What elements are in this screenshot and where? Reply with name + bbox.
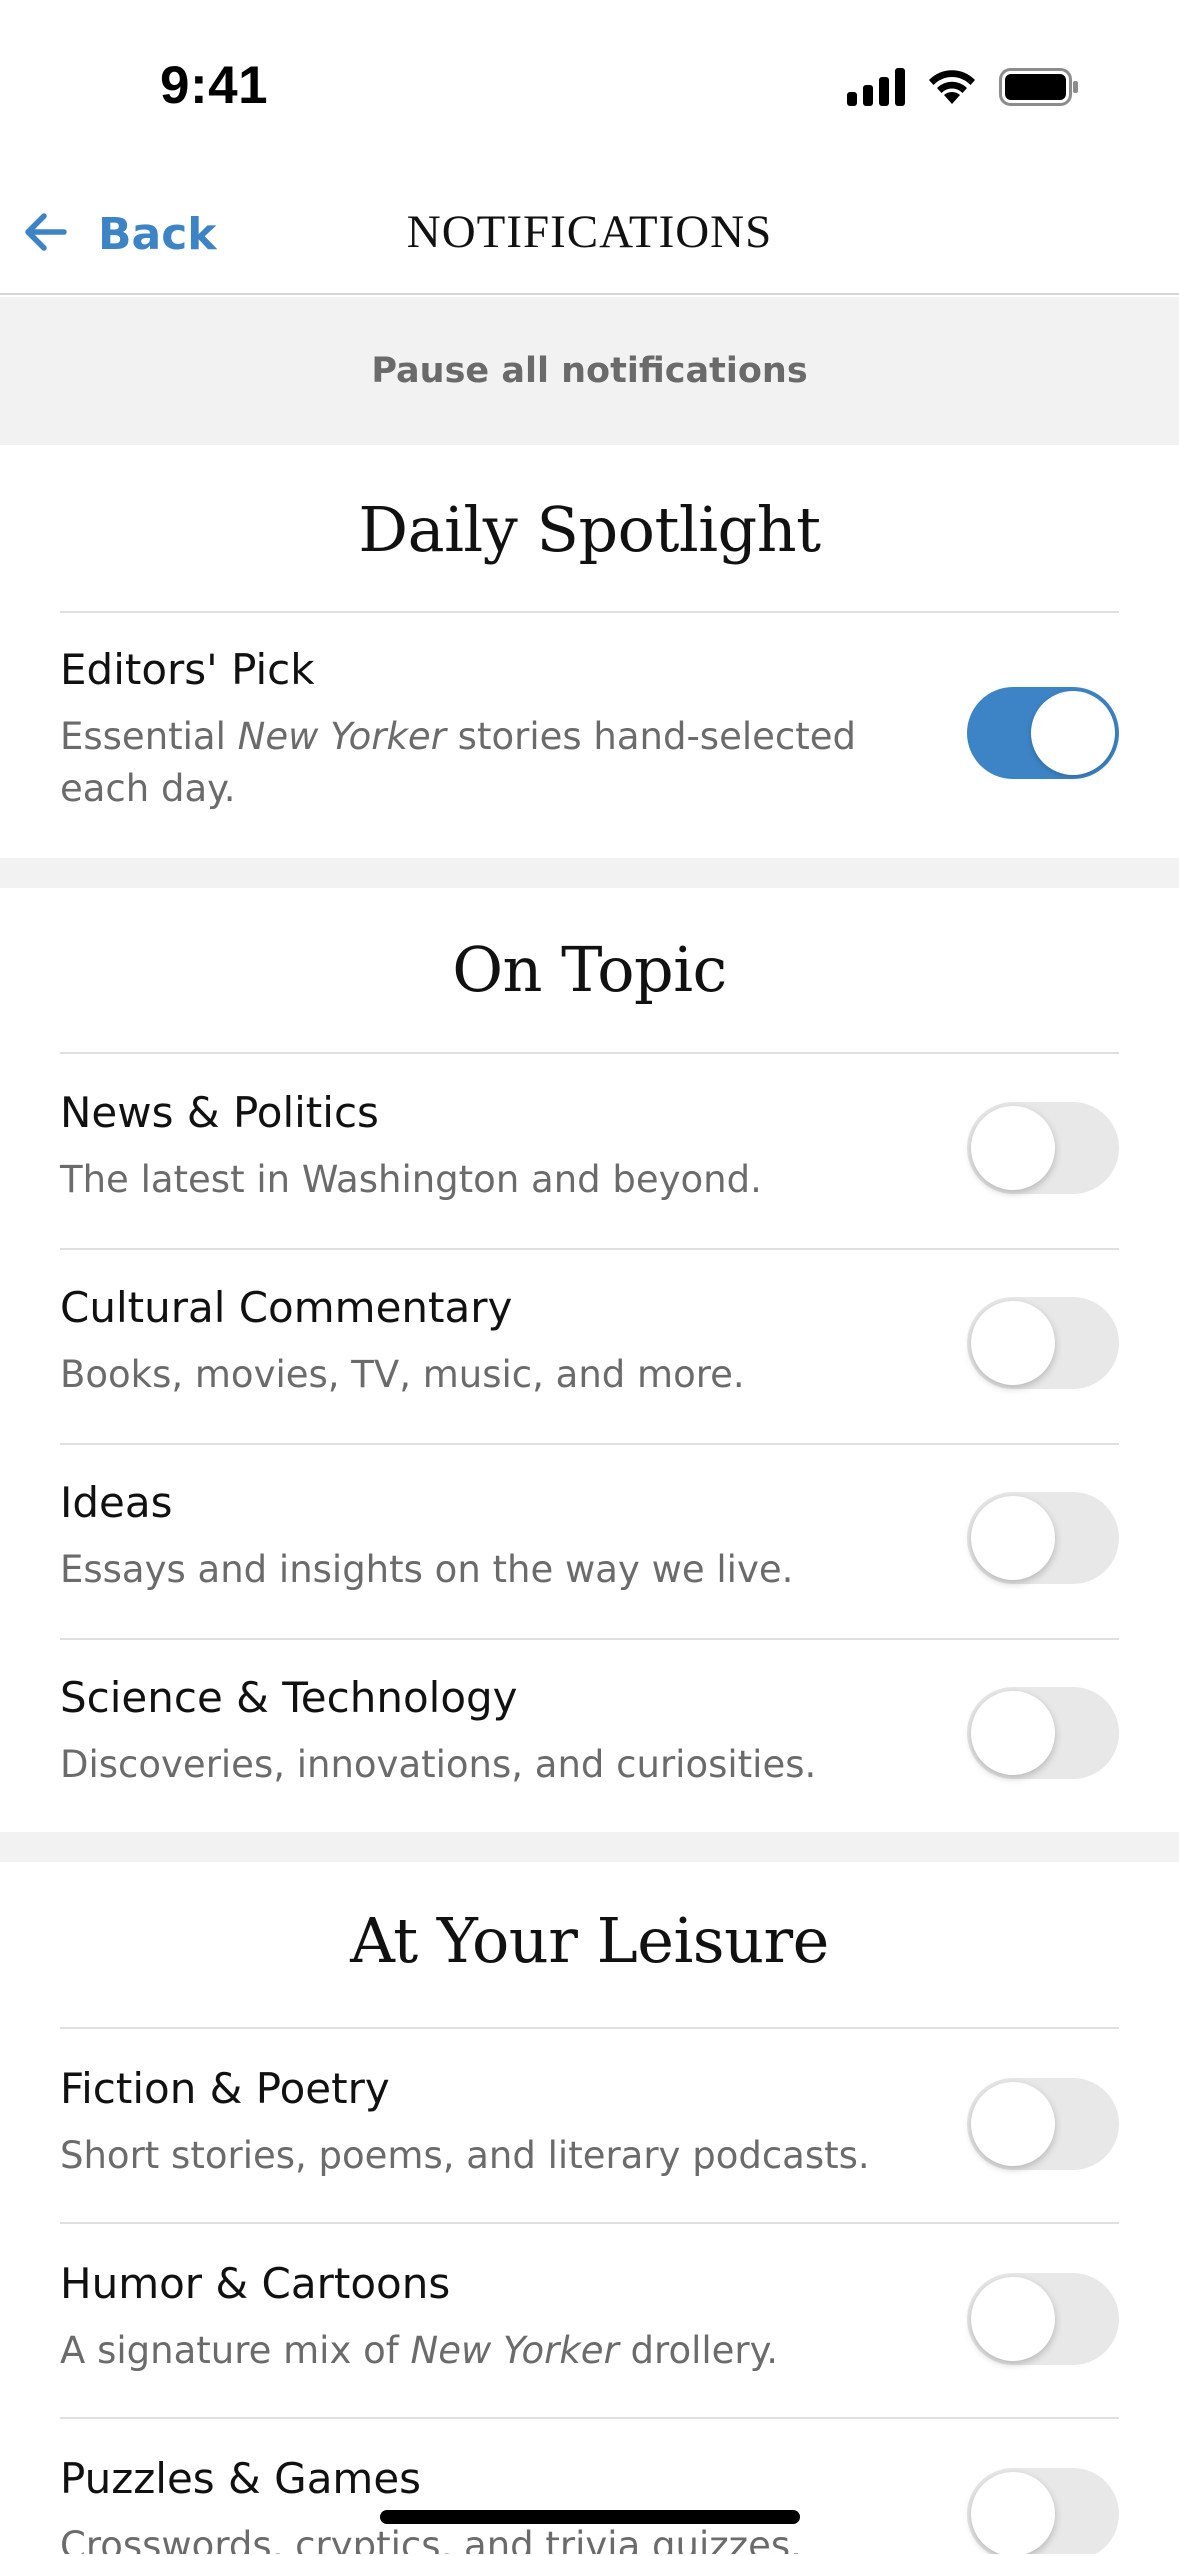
section-title: At Your Leisure — [350, 1904, 829, 1977]
pause-all-label: Pause all notifications — [371, 351, 808, 391]
toggle-knob — [971, 2472, 1055, 2554]
pause-all-notifications-button[interactable]: Pause all notifications — [0, 297, 1179, 445]
toggle-knob — [971, 1496, 1055, 1580]
item-title: Fiction & Poetry — [60, 2064, 390, 2113]
list-item-science-technology: Science & Technology Discoveries, innova… — [60, 1673, 1119, 1823]
item-description: Discoveries, innovations, and curiositie… — [60, 1743, 817, 1786]
divider — [60, 1443, 1119, 1445]
item-description: Essential New Yorker stories hand-select… — [60, 715, 856, 810]
toggle-puzzles-games[interactable] — [967, 2468, 1119, 2554]
page-title: NOTIFICATIONS — [406, 206, 773, 258]
toggle-news-politics[interactable] — [967, 1102, 1119, 1194]
item-description: A signature mix of New Yorker drollery. — [60, 2329, 778, 2372]
status-bar: 9:41 — [0, 0, 1179, 175]
item-title: Humor & Cartoons — [60, 2259, 451, 2308]
item-description: Essays and insights on the way we live. — [60, 1548, 794, 1591]
item-description: Books, movies, TV, music, and more. — [60, 1353, 745, 1396]
toggle-knob — [971, 2082, 1055, 2166]
navigation-bar: Back NOTIFICATIONS — [0, 175, 1179, 295]
toggle-knob — [971, 1301, 1055, 1385]
toggle-humor-cartoons[interactable] — [967, 2273, 1119, 2365]
divider — [60, 1638, 1119, 1640]
item-title: Puzzles & Games — [60, 2454, 422, 2503]
item-title: Science & Technology — [60, 1673, 518, 1722]
status-time: 9:41 — [160, 56, 269, 115]
item-title: News & Politics — [60, 1088, 379, 1137]
list-item-puzzles-games: Puzzles & Games Crosswords, cryptics, an… — [60, 2454, 1119, 2554]
divider — [60, 2027, 1119, 2029]
section-separator — [0, 858, 1179, 888]
divider — [60, 1052, 1119, 1054]
cellular-signal-icon — [847, 68, 905, 106]
item-title: Editors' Pick — [60, 645, 315, 694]
section-on-topic: On Topic News & Politics The latest in W… — [0, 888, 1179, 1832]
list-item-editors-pick: Editors' Pick Essential New Yorker stori… — [60, 645, 1119, 835]
section-title: Daily Spotlight — [358, 493, 821, 566]
list-item-cultural-commentary: Cultural Commentary Books, movies, TV, m… — [60, 1283, 1119, 1433]
toggle-editors-pick[interactable] — [967, 687, 1119, 779]
list-item-humor-cartoons: Humor & Cartoons A signature mix of New … — [60, 2259, 1119, 2409]
item-title: Cultural Commentary — [60, 1283, 513, 1332]
toggle-cultural-commentary[interactable] — [967, 1297, 1119, 1389]
toggle-knob — [1031, 691, 1115, 775]
toggle-science-technology[interactable] — [967, 1687, 1119, 1779]
section-at-your-leisure: At Your Leisure Fiction & Poetry Short s… — [0, 1862, 1179, 2556]
divider — [60, 2417, 1119, 2419]
list-item-news-politics: News & Politics The latest in Washington… — [60, 1088, 1119, 1238]
divider — [60, 611, 1119, 613]
status-icons — [847, 62, 1079, 112]
wifi-icon — [927, 68, 977, 106]
toggle-knob — [971, 2277, 1055, 2361]
toggle-ideas[interactable] — [967, 1492, 1119, 1584]
item-description: Short stories, poems, and literary podca… — [60, 2134, 870, 2177]
section-separator — [0, 1832, 1179, 1862]
divider — [60, 2222, 1119, 2224]
toggle-fiction-poetry[interactable] — [967, 2078, 1119, 2170]
toggle-knob — [971, 1691, 1055, 1775]
item-description: The latest in Washington and beyond. — [60, 1158, 762, 1201]
battery-icon — [999, 68, 1079, 106]
section-title: On Topic — [452, 933, 727, 1006]
list-item-ideas: Ideas Essays and insights on the way we … — [60, 1478, 1119, 1628]
item-title: Ideas — [60, 1478, 173, 1527]
home-indicator[interactable] — [380, 2510, 800, 2524]
toggle-knob — [971, 1106, 1055, 1190]
section-daily-spotlight: Daily Spotlight Editors' Pick Essential … — [0, 445, 1179, 858]
divider — [60, 1248, 1119, 1250]
list-item-fiction-poetry: Fiction & Poetry Short stories, poems, a… — [60, 2064, 1119, 2214]
item-description: Crosswords, cryptics, and trivia quizzes… — [60, 2524, 802, 2554]
